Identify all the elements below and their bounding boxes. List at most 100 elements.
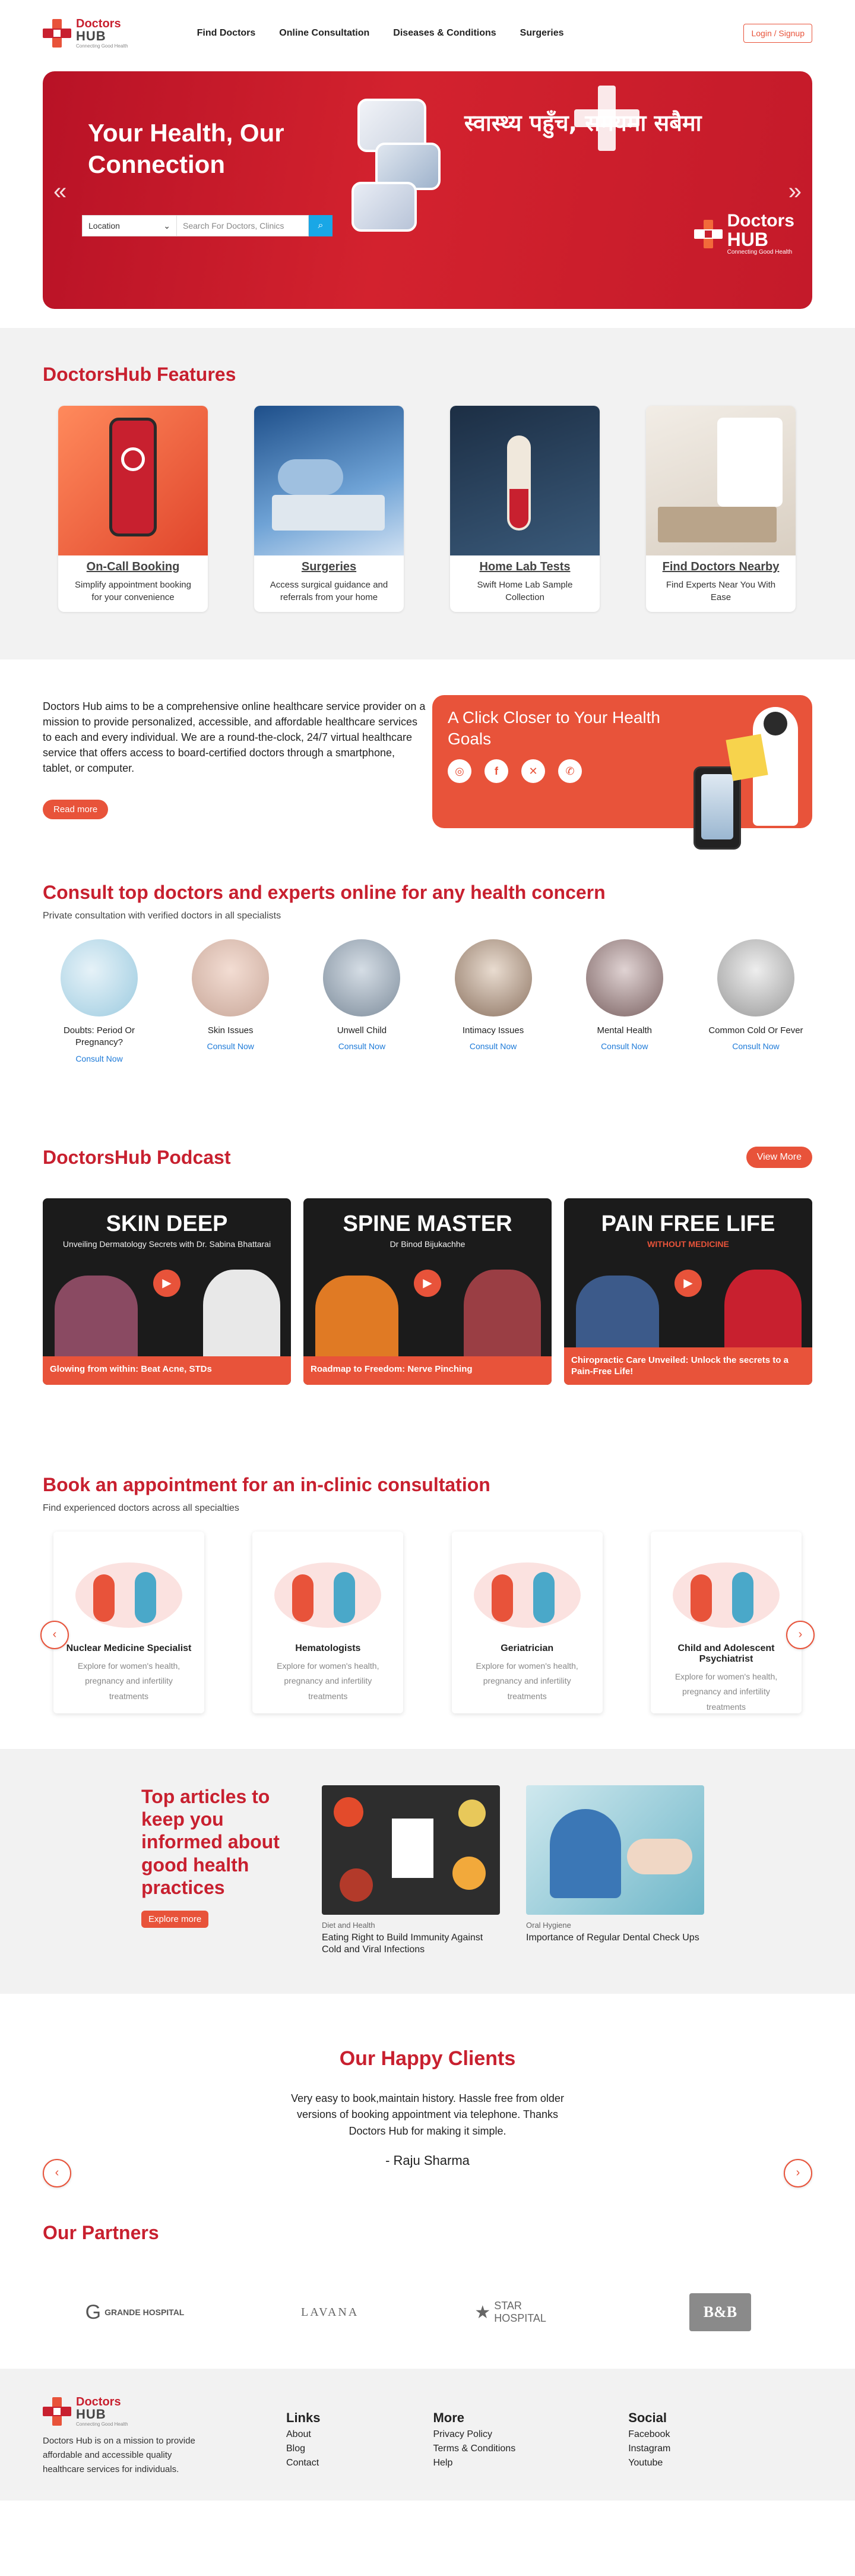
- nav-find-doctors[interactable]: Find Doctors: [197, 28, 256, 39]
- feature-desc: Swift Home Lab Sample Collection: [477, 580, 573, 602]
- hero-prev-arrow-icon[interactable]: «: [53, 178, 66, 205]
- specialty-intimacy-issues[interactable]: Intimacy Issues Consult Now: [437, 939, 550, 1063]
- specialty-skin-issues[interactable]: Skin Issues Consult Now: [174, 939, 287, 1063]
- read-more-button[interactable]: Read more: [43, 800, 109, 820]
- footer-link-privacy[interactable]: Privacy Policy: [433, 2429, 515, 2440]
- hero-title: Your Health, Our Connection: [88, 119, 284, 178]
- article-card[interactable]: Diet and Health Eating Right to Build Im…: [322, 1785, 500, 1956]
- partner-name: GRANDE HOSPITAL: [104, 2307, 185, 2318]
- specialty-unwell-child[interactable]: Unwell Child Consult Now: [305, 939, 418, 1063]
- nav-surgeries[interactable]: Surgeries: [520, 28, 564, 39]
- footer-logo-line1: Doctors: [76, 2395, 121, 2409]
- partner-logo-bb[interactable]: B&B: [670, 2291, 771, 2333]
- specialty-name: Doubts: Period Or Pregnancy?: [63, 1025, 135, 1048]
- footer-description: Doctors Hub is on a mission to provide a…: [43, 2436, 195, 2475]
- podcast-section: DoctorsHub Podcast View More SKIN DEEP U…: [0, 1087, 855, 1409]
- consult-now-link[interactable]: Consult Now: [568, 1041, 681, 1051]
- podcast-card-spine-master[interactable]: SPINE MASTER Dr Binod Bijukachhe ▶ Roadm…: [303, 1198, 552, 1385]
- specialty-period-pregnancy[interactable]: Doubts: Period Or Pregnancy? Consult Now: [43, 939, 156, 1063]
- surgery-image: [254, 406, 404, 555]
- partner-logo-star[interactable]: ★ STAR HOSPITAL: [474, 2291, 575, 2333]
- badge-tagline: Connecting Good Health: [727, 249, 793, 255]
- footer-link-blog[interactable]: Blog: [286, 2444, 320, 2454]
- view-more-button[interactable]: View More: [746, 1147, 812, 1168]
- appointment-prev-arrow-icon[interactable]: ‹: [40, 1620, 69, 1649]
- search-button[interactable]: ⌕: [309, 215, 332, 236]
- specialist-card[interactable]: Geriatrician Explore for women's health,…: [451, 1531, 603, 1713]
- specialist-card[interactable]: Hematologists Explore for women's health…: [252, 1531, 404, 1713]
- podcast-show-title: SKIN DEEP: [106, 1211, 228, 1236]
- article-category: Oral Hygiene: [526, 1920, 571, 1930]
- consult-section: Consult top doctors and experts online f…: [0, 858, 855, 1087]
- guest-figure: [464, 1269, 541, 1359]
- specialist-card[interactable]: Nuclear Medicine Specialist Explore for …: [53, 1531, 204, 1713]
- footer-link-terms[interactable]: Terms & Conditions: [433, 2444, 515, 2454]
- feature-desc: Find Experts Near You With Ease: [666, 580, 776, 602]
- x-twitter-icon[interactable]: ✕: [521, 759, 545, 783]
- instagram-icon[interactable]: ◎: [448, 759, 471, 783]
- footer-logo[interactable]: Doctors HUB Connecting Good Health: [43, 2396, 209, 2427]
- hero-next-arrow-icon[interactable]: »: [788, 178, 802, 205]
- feature-title: Home Lab Tests: [479, 560, 571, 573]
- search-placeholder: Search For Doctors, Clinics: [183, 221, 284, 231]
- specialist-name: Geriatrician: [501, 1643, 554, 1653]
- testimonial-next-arrow-icon[interactable]: ›: [784, 2158, 812, 2187]
- facebook-icon[interactable]: f: [484, 759, 508, 783]
- testimonial-prev-arrow-icon[interactable]: ‹: [43, 2158, 71, 2187]
- search-input[interactable]: Search For Doctors, Clinics: [177, 215, 309, 236]
- footer-link-about[interactable]: About: [286, 2429, 320, 2440]
- skin-image: [192, 939, 270, 1016]
- feature-card-home-lab-tests[interactable]: Home Lab Tests Swift Home Lab Sample Col…: [450, 406, 600, 612]
- feature-card-find-doctors-nearby[interactable]: Find Doctors Nearby Find Experts Near Yo…: [646, 406, 796, 612]
- nav-diseases-conditions[interactable]: Diseases & Conditions: [393, 28, 496, 39]
- partner-logo-lavana[interactable]: LAVANA: [280, 2291, 381, 2333]
- hero-photo-clinic: [352, 182, 417, 232]
- specialty-name: Skin Issues: [207, 1025, 254, 1036]
- podcast-card-skin-deep[interactable]: SKIN DEEP Unveiling Dermatology Secrets …: [43, 1198, 291, 1385]
- play-icon[interactable]: ▶: [674, 1269, 702, 1297]
- login-signup-button[interactable]: Login / Signup: [743, 24, 812, 43]
- podcast-card-pain-free-life[interactable]: PAIN FREE LIFE WITHOUT MEDICINE ▶ Chirop…: [564, 1198, 812, 1385]
- nav-online-consultation[interactable]: Online Consultation: [279, 28, 369, 39]
- footer-col-title: More: [433, 2410, 465, 2426]
- consult-now-link[interactable]: Consult Now: [305, 1041, 418, 1051]
- feature-card-surgeries[interactable]: Surgeries Access surgical guidance and r…: [254, 406, 404, 612]
- footer-link-youtube[interactable]: Youtube: [628, 2458, 670, 2468]
- logo[interactable]: Doctors HUB Connecting Good Health: [43, 18, 128, 49]
- play-icon[interactable]: ▶: [414, 1269, 441, 1297]
- specialty-mental-health[interactable]: Mental Health Consult Now: [568, 939, 681, 1063]
- footer-link-help[interactable]: Help: [433, 2458, 515, 2468]
- footer-link-facebook[interactable]: Facebook: [628, 2429, 670, 2440]
- testimonial-section: Our Happy Clients Very easy to book,main…: [0, 1994, 855, 2193]
- podcast-show-title: PAIN FREE LIFE: [601, 1211, 775, 1236]
- appointment-section: Book an appointment for an in-clinic con…: [0, 1409, 855, 1750]
- podcast-caption: Roadmap to Freedom: Nerve Pinching: [303, 1356, 552, 1385]
- cold-fever-image: [717, 939, 794, 1016]
- specialty-name: Mental Health: [597, 1025, 653, 1036]
- whatsapp-icon[interactable]: ✆: [558, 759, 582, 783]
- explore-more-button[interactable]: Explore more: [141, 1911, 209, 1928]
- consult-now-link[interactable]: Consult Now: [437, 1041, 550, 1051]
- specialist-desc: Explore for women's health, pregnancy an…: [277, 1660, 379, 1701]
- doctor-desk-image: [646, 406, 796, 555]
- footer-link-contact[interactable]: Contact: [286, 2458, 320, 2468]
- consult-now-link[interactable]: Consult Now: [699, 1041, 812, 1051]
- specialty-cold-fever[interactable]: Common Cold Or Fever Consult Now: [699, 939, 812, 1063]
- main-nav: Find Doctors Online Consultation Disease…: [197, 28, 564, 39]
- couple-image: [454, 939, 532, 1016]
- consult-now-link[interactable]: Consult Now: [174, 1041, 287, 1051]
- partner-logo-grande[interactable]: G GRANDE HOSPITAL: [84, 2291, 185, 2333]
- footer-col-title: Social: [628, 2410, 667, 2426]
- star-icon: ★: [474, 2302, 491, 2322]
- location-select[interactable]: Location ⌄: [82, 215, 177, 236]
- play-icon[interactable]: ▶: [153, 1269, 180, 1297]
- consult-now-link[interactable]: Consult Now: [43, 1054, 156, 1063]
- article-card[interactable]: Oral Hygiene Importance of Regular Denta…: [526, 1785, 704, 1956]
- feature-card-on-call-booking[interactable]: On-Call Booking Simplify appointment boo…: [58, 406, 208, 612]
- appointment-next-arrow-icon[interactable]: ›: [786, 1620, 815, 1649]
- specialist-card[interactable]: Child and Adolescent Psychiatrist Explor…: [650, 1531, 802, 1713]
- hero-search-bar: Location ⌄ Search For Doctors, Clinics ⌕: [82, 215, 332, 236]
- host-figure: [315, 1275, 398, 1359]
- footer-link-instagram[interactable]: Instagram: [628, 2444, 670, 2454]
- testimonial-title: Our Happy Clients: [339, 2047, 516, 2070]
